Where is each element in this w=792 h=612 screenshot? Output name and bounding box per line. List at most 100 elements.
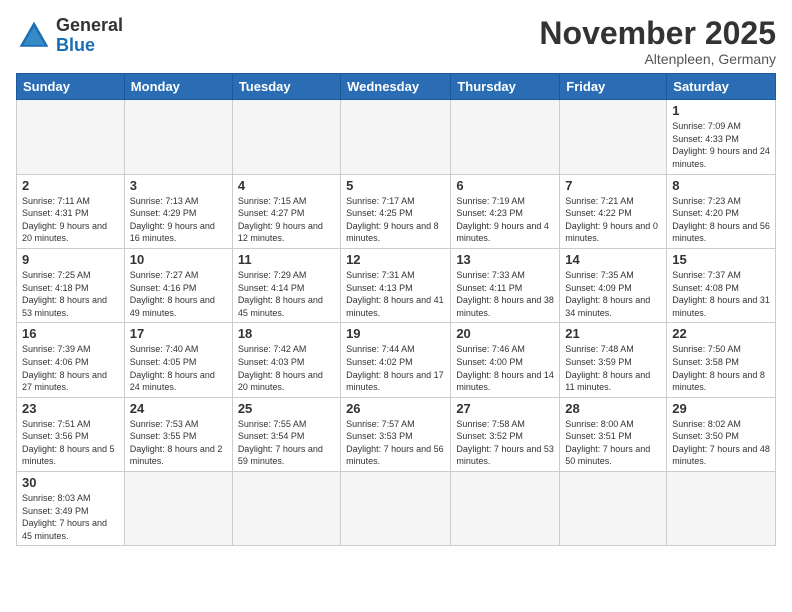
day-info: Sunrise: 7:44 AM Sunset: 4:02 PM Dayligh… bbox=[346, 343, 445, 393]
day-info: Sunrise: 7:53 AM Sunset: 3:55 PM Dayligh… bbox=[130, 418, 227, 468]
day-cell bbox=[124, 100, 232, 174]
day-cell: 22 Sunrise: 7:50 AM Sunset: 3:58 PM Dayli… bbox=[667, 323, 776, 397]
day-cell: 17 Sunrise: 7:40 AM Sunset: 4:05 PM Dayli… bbox=[124, 323, 232, 397]
calendar-table: SundayMondayTuesdayWednesdayThursdayFrid… bbox=[16, 73, 776, 546]
weekday-header-wednesday: Wednesday bbox=[341, 74, 451, 100]
day-info: Sunrise: 7:46 AM Sunset: 4:00 PM Dayligh… bbox=[456, 343, 554, 393]
day-cell: 28 Sunrise: 8:00 AM Sunset: 3:51 PM Dayli… bbox=[560, 397, 667, 471]
day-cell: 30 Sunrise: 8:03 AM Sunset: 3:49 PM Dayli… bbox=[17, 472, 125, 546]
day-number: 3 bbox=[130, 178, 227, 193]
day-cell: 15Sunrise: 7:37 AM Sunset: 4:08 PM Dayli… bbox=[667, 248, 776, 322]
day-cell: 3 Sunrise: 7:13 AM Sunset: 4:29 PM Daylig… bbox=[124, 174, 232, 248]
day-number: 25 bbox=[238, 401, 335, 416]
day-info: Sunrise: 7:13 AM Sunset: 4:29 PM Dayligh… bbox=[130, 195, 227, 245]
day-info: Sunrise: 7:19 AM Sunset: 4:23 PM Dayligh… bbox=[456, 195, 554, 245]
weekday-header-sunday: Sunday bbox=[17, 74, 125, 100]
weekday-header-thursday: Thursday bbox=[451, 74, 560, 100]
day-number: 30 bbox=[22, 475, 119, 490]
day-number: 24 bbox=[130, 401, 227, 416]
day-info: Sunrise: 7:27 AM Sunset: 4:16 PM Dayligh… bbox=[130, 269, 227, 319]
day-cell: 6 Sunrise: 7:19 AM Sunset: 4:23 PM Daylig… bbox=[451, 174, 560, 248]
week-row-3: 9Sunrise: 7:25 AM Sunset: 4:18 PM Daylig… bbox=[17, 248, 776, 322]
day-number: 8 bbox=[672, 178, 770, 193]
day-cell: 24 Sunrise: 7:53 AM Sunset: 3:55 PM Dayli… bbox=[124, 397, 232, 471]
day-info: Sunrise: 7:29 AM Sunset: 4:14 PM Dayligh… bbox=[238, 269, 335, 319]
day-info: Sunrise: 7:58 AM Sunset: 3:52 PM Dayligh… bbox=[456, 418, 554, 468]
day-number: 18 bbox=[238, 326, 335, 341]
day-cell: 14 Sunrise: 7:35 AM Sunset: 4:09 PM Dayli… bbox=[560, 248, 667, 322]
day-cell: 25Sunrise: 7:55 AM Sunset: 3:54 PM Dayli… bbox=[232, 397, 340, 471]
day-info: Sunrise: 7:40 AM Sunset: 4:05 PM Dayligh… bbox=[130, 343, 227, 393]
day-cell: 9Sunrise: 7:25 AM Sunset: 4:18 PM Daylig… bbox=[17, 248, 125, 322]
month-title: November 2025 bbox=[539, 16, 776, 51]
day-cell: 23 Sunrise: 7:51 AM Sunset: 3:56 PM Dayli… bbox=[17, 397, 125, 471]
day-cell: 13Sunrise: 7:33 AM Sunset: 4:11 PM Dayli… bbox=[451, 248, 560, 322]
day-info: Sunrise: 7:48 AM Sunset: 3:59 PM Dayligh… bbox=[565, 343, 661, 393]
day-cell: 5 Sunrise: 7:17 AM Sunset: 4:25 PM Daylig… bbox=[341, 174, 451, 248]
day-number: 19 bbox=[346, 326, 445, 341]
day-cell bbox=[560, 472, 667, 546]
day-cell: 7Sunrise: 7:21 AM Sunset: 4:22 PM Daylig… bbox=[560, 174, 667, 248]
day-info: Sunrise: 8:00 AM Sunset: 3:51 PM Dayligh… bbox=[565, 418, 661, 468]
day-number: 14 bbox=[565, 252, 661, 267]
day-info: Sunrise: 7:31 AM Sunset: 4:13 PM Dayligh… bbox=[346, 269, 445, 319]
weekday-header-saturday: Saturday bbox=[667, 74, 776, 100]
day-number: 21 bbox=[565, 326, 661, 341]
day-cell: 8 Sunrise: 7:23 AM Sunset: 4:20 PM Daylig… bbox=[667, 174, 776, 248]
day-cell bbox=[560, 100, 667, 174]
day-info: Sunrise: 7:50 AM Sunset: 3:58 PM Dayligh… bbox=[672, 343, 770, 393]
day-number: 12 bbox=[346, 252, 445, 267]
day-cell bbox=[341, 472, 451, 546]
day-cell bbox=[232, 100, 340, 174]
page: GeneralBlue November 2025 Altenpleen, Ge… bbox=[0, 0, 792, 612]
day-number: 17 bbox=[130, 326, 227, 341]
day-number: 5 bbox=[346, 178, 445, 193]
day-cell: 18 Sunrise: 7:42 AM Sunset: 4:03 PM Dayli… bbox=[232, 323, 340, 397]
day-info: Sunrise: 7:11 AM Sunset: 4:31 PM Dayligh… bbox=[22, 195, 119, 245]
week-row-5: 23 Sunrise: 7:51 AM Sunset: 3:56 PM Dayli… bbox=[17, 397, 776, 471]
logo-text: GeneralBlue bbox=[56, 16, 123, 56]
day-info: Sunrise: 7:15 AM Sunset: 4:27 PM Dayligh… bbox=[238, 195, 335, 245]
day-info: Sunrise: 7:42 AM Sunset: 4:03 PM Dayligh… bbox=[238, 343, 335, 393]
day-number: 1 bbox=[672, 103, 770, 118]
day-cell: 4Sunrise: 7:15 AM Sunset: 4:27 PM Daylig… bbox=[232, 174, 340, 248]
day-cell: 19 Sunrise: 7:44 AM Sunset: 4:02 PM Dayli… bbox=[341, 323, 451, 397]
header: GeneralBlue November 2025 Altenpleen, Ge… bbox=[16, 16, 776, 67]
day-number: 13 bbox=[456, 252, 554, 267]
day-number: 22 bbox=[672, 326, 770, 341]
weekday-header-friday: Friday bbox=[560, 74, 667, 100]
day-number: 28 bbox=[565, 401, 661, 416]
day-cell bbox=[667, 472, 776, 546]
day-number: 15 bbox=[672, 252, 770, 267]
day-info: Sunrise: 8:02 AM Sunset: 3:50 PM Dayligh… bbox=[672, 418, 770, 468]
week-row-6: 30 Sunrise: 8:03 AM Sunset: 3:49 PM Dayli… bbox=[17, 472, 776, 546]
day-info: Sunrise: 7:35 AM Sunset: 4:09 PM Dayligh… bbox=[565, 269, 661, 319]
day-cell: 16Sunrise: 7:39 AM Sunset: 4:06 PM Dayli… bbox=[17, 323, 125, 397]
week-row-1: 1Sunrise: 7:09 AM Sunset: 4:33 PM Daylig… bbox=[17, 100, 776, 174]
day-cell: 27 Sunrise: 7:58 AM Sunset: 3:52 PM Dayli… bbox=[451, 397, 560, 471]
day-number: 26 bbox=[346, 401, 445, 416]
day-cell bbox=[124, 472, 232, 546]
day-info: Sunrise: 7:57 AM Sunset: 3:53 PM Dayligh… bbox=[346, 418, 445, 468]
day-info: Sunrise: 7:25 AM Sunset: 4:18 PM Dayligh… bbox=[22, 269, 119, 319]
logo: GeneralBlue bbox=[16, 16, 123, 56]
day-info: Sunrise: 7:39 AM Sunset: 4:06 PM Dayligh… bbox=[22, 343, 119, 393]
day-cell: 10Sunrise: 7:27 AM Sunset: 4:16 PM Dayli… bbox=[124, 248, 232, 322]
weekday-header-monday: Monday bbox=[124, 74, 232, 100]
weekday-header-row: SundayMondayTuesdayWednesdayThursdayFrid… bbox=[17, 74, 776, 100]
day-number: 29 bbox=[672, 401, 770, 416]
day-info: Sunrise: 7:51 AM Sunset: 3:56 PM Dayligh… bbox=[22, 418, 119, 468]
logo-icon bbox=[16, 18, 52, 54]
day-number: 6 bbox=[456, 178, 554, 193]
day-info: Sunrise: 7:23 AM Sunset: 4:20 PM Dayligh… bbox=[672, 195, 770, 245]
week-row-4: 16Sunrise: 7:39 AM Sunset: 4:06 PM Dayli… bbox=[17, 323, 776, 397]
day-cell bbox=[17, 100, 125, 174]
day-info: Sunrise: 7:17 AM Sunset: 4:25 PM Dayligh… bbox=[346, 195, 445, 245]
day-number: 27 bbox=[456, 401, 554, 416]
day-info: Sunrise: 8:03 AM Sunset: 3:49 PM Dayligh… bbox=[22, 492, 119, 542]
day-number: 23 bbox=[22, 401, 119, 416]
title-block: November 2025 Altenpleen, Germany bbox=[539, 16, 776, 67]
day-cell bbox=[232, 472, 340, 546]
day-cell bbox=[341, 100, 451, 174]
day-cell: 26 Sunrise: 7:57 AM Sunset: 3:53 PM Dayli… bbox=[341, 397, 451, 471]
